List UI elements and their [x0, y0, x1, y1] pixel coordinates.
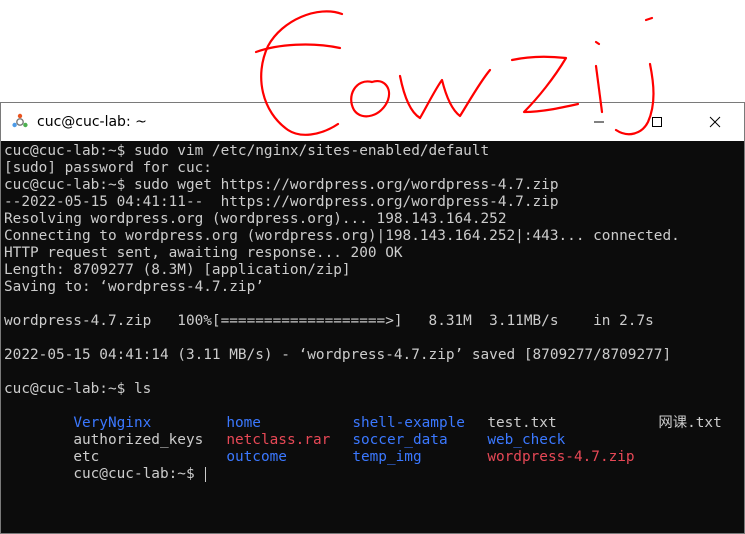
saved-line: 2022-05-15 04:41:14 (3.11 MB/s) - ‘wordp… [4, 347, 672, 363]
close-icon [709, 116, 721, 128]
terminal-output[interactable]: cuc@cuc-lab:~$ sudo vim /etc/nginx/sites… [1, 141, 744, 533]
terminal-line: Length: 8709277 (8.3M) [application/zip] [4, 262, 351, 278]
terminal-line: Resolving wordpress.org (wordpress.org).… [4, 211, 507, 227]
close-button[interactable] [686, 103, 744, 141]
ls-entry-archive: wordpress-4.7.zip [487, 449, 635, 465]
ls-entry-directory: web_check [487, 432, 566, 448]
ls-entry-file: 网课.txt [658, 415, 722, 431]
ls-entry-directory: temp_img [352, 449, 422, 465]
window-controls [570, 103, 744, 141]
title-bar[interactable]: cuc@cuc-lab: ~ [1, 103, 744, 141]
ls-entry-directory: outcome [226, 449, 287, 465]
terminal-line: --2022-05-15 04:41:11-- https://wordpres… [4, 194, 559, 210]
terminal-line: cuc@cuc-lab:~$ sudo vim /etc/nginx/sites… [4, 143, 490, 159]
shell-prompt: cuc@cuc-lab:~$ [73, 466, 204, 482]
text-cursor [205, 466, 207, 482]
ls-entry-file: test.txt [487, 415, 557, 431]
ls-entry-directory: home [226, 415, 261, 431]
maximize-button[interactable] [628, 103, 686, 141]
ls-entry-file: etc [73, 449, 100, 465]
terminal-line: cuc@cuc-lab:~$ sudo wget https://wordpre… [4, 177, 559, 193]
window-title: cuc@cuc-lab: ~ [37, 114, 147, 130]
terminal-window: cuc@cuc-lab: ~ cuc@cuc-lab:~$ sudo vim /… [0, 102, 745, 534]
ls-row: VeryNginx home shell-example test.txt 网课.txt [4, 398, 721, 431]
terminal-line: [sudo] password for cuc: [4, 160, 212, 176]
terminal-line: HTTP request sent, awaiting response... … [4, 245, 403, 261]
ls-entry-directory: VeryNginx [73, 415, 152, 431]
ls-command-line: cuc@cuc-lab:~$ ls [4, 381, 152, 397]
ls-entry-directory: shell-example [352, 415, 465, 431]
ls-entry-archive: netclass.rar [226, 432, 331, 448]
ls-entry-file: authorized_keys [73, 432, 204, 448]
terminal-line: Saving to: ‘wordpress-4.7.zip’ [4, 279, 264, 295]
maximize-icon [652, 117, 662, 127]
ls-entry-directory: soccer_data [352, 432, 448, 448]
minimize-button[interactable] [570, 103, 628, 141]
minimize-icon [594, 121, 604, 123]
progress-line: wordpress-4.7.zip 100%[=================… [4, 313, 654, 329]
ubuntu-app-icon [9, 111, 31, 133]
terminal-line: Connecting to wordpress.org (wordpress.o… [4, 228, 680, 244]
